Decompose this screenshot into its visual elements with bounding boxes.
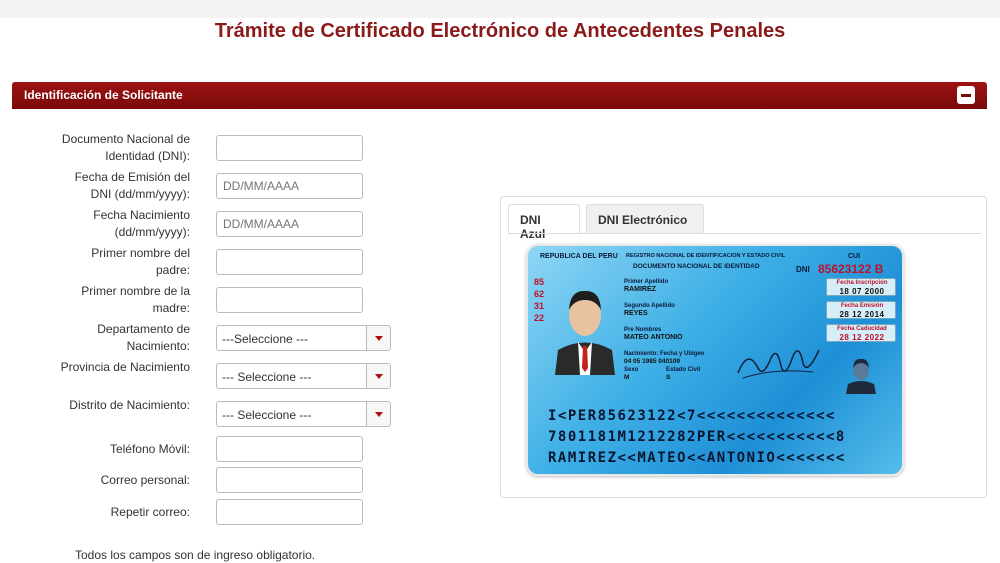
repetir-input[interactable] (216, 499, 363, 525)
nacimiento-value: 04 05 1985 040109 (624, 358, 681, 365)
estado-label: Estado Civil (666, 367, 701, 373)
caducidad-value: 28 12 2022 (839, 333, 885, 342)
primer-apellido: RAMIREZ (624, 286, 656, 293)
emision-label: Fecha de Emisión del DNI (dd/mm/yyyy): (74, 170, 190, 201)
tab-divider (508, 233, 981, 234)
nacimiento-label: Nacimiento: Fecha y Ubigeo (624, 351, 705, 357)
sexo-value: M (624, 374, 630, 381)
page-title: Trámite de Certificado Electrónico de An… (214, 20, 786, 42)
photo-icon (555, 290, 615, 375)
caducidad-box: Fecha Caducidad 28 12 2022 (826, 324, 896, 342)
provincia-value: --- Seleccione --- (222, 370, 312, 384)
caducidad-label: Fecha Caducidad (837, 326, 887, 332)
dni-documento: DOCUMENTO NACIONAL DE IDENTIDAD (633, 263, 760, 270)
emision-label: Fecha Emisión (840, 303, 884, 309)
distrito-select[interactable]: --- Seleccione --- (216, 401, 391, 427)
signature-icon (737, 349, 820, 379)
prenombres: MATEO ANTONIO (624, 334, 683, 341)
dni-cui-label: CUI (848, 253, 861, 260)
dni-number: 85623122 B (818, 262, 884, 276)
small-photo-icon (846, 358, 876, 394)
mrz-line-3: RAMIREZ<<MATEO<<ANTONIO<<<<<<< (548, 450, 846, 466)
sexo-label: Sexo (624, 367, 639, 373)
segundo-apellido: REYES (624, 310, 648, 317)
mrz-line-1: I<PER85623122<7<<<<<<<<<<<<<< (548, 408, 836, 424)
tab-dni-electronico[interactable]: DNI Electrónico (586, 204, 704, 234)
correo-input[interactable] (216, 467, 363, 493)
chevron-down-icon[interactable] (366, 364, 390, 388)
provincia-select[interactable]: --- Seleccione --- (216, 363, 391, 389)
collapse-icon[interactable] (957, 86, 975, 104)
dni-registro: REGISTRO NACIONAL DE IDENTIFICACION Y ES… (626, 253, 786, 259)
departamento-label: Departamento de Nacimiento: (97, 322, 190, 353)
padre-label: Primer nombre del padre: (91, 246, 190, 277)
tab-dni-azul[interactable]: DNI Azul (508, 204, 580, 241)
nacimiento-input[interactable] (216, 211, 363, 237)
dni-card-image: REPUBLICA DEL PERU REGISTRO NACIONAL DE … (526, 244, 904, 476)
telefono-label: Teléfono Móvil: (109, 442, 190, 456)
provincia-label: Provincia de Nacimiento (60, 360, 190, 374)
telefono-input[interactable] (216, 436, 363, 462)
prenombres-label: Pre Nombres (624, 327, 662, 333)
repetir-label: Repetir correo: (110, 505, 190, 519)
madre-input[interactable] (216, 287, 363, 313)
dni-vertical-number: 85623122 (534, 277, 545, 323)
distrito-value: --- Seleccione --- (222, 408, 312, 422)
emision-box: Fecha Emisión 28 12 2014 (826, 301, 896, 319)
dni-input[interactable] (216, 135, 363, 161)
emision-value: 28 12 2014 (839, 310, 885, 319)
chevron-down-icon[interactable] (366, 326, 390, 350)
padre-input[interactable] (216, 249, 363, 275)
footnote: Todos los campos son de ingreso obligato… (75, 548, 316, 562)
distrito-label: Distrito de Nacimiento: (69, 398, 190, 412)
section-title: Identificación de Solicitante (24, 88, 183, 102)
departamento-value: ---Seleccione --- (222, 332, 309, 346)
estado-value: S (666, 374, 671, 381)
dni-label: Documento Nacional de Identidad (DNI): (61, 132, 190, 163)
correo-label: Correo personal: (100, 473, 190, 487)
top-band (0, 0, 1000, 18)
section-header: Identificación de Solicitante (12, 82, 987, 109)
dni-dni-label: DNI (796, 265, 810, 274)
nacimiento-label: Fecha Nacimiento (dd/mm/yyyy): (93, 208, 190, 239)
mrz-line-2: 7801181M1212282PER<<<<<<<<<<<8 (548, 429, 846, 445)
inscripcion-box: Fecha Inscripción 18 07 2000 (826, 278, 896, 296)
inscripcion-value: 18 07 2000 (839, 287, 885, 296)
primer-apellido-label: Primer Apellido (624, 279, 669, 285)
emision-input[interactable] (216, 173, 363, 199)
departamento-select[interactable]: ---Seleccione --- (216, 325, 391, 351)
segundo-apellido-label: Segundo Apellido (624, 303, 675, 309)
chevron-down-icon[interactable] (366, 402, 390, 426)
dni-example-panel: DNI Azul DNI Electrónico REPUBLICA DEL P… (500, 196, 987, 498)
inscripcion-label: Fecha Inscripción (836, 280, 888, 286)
madre-label: Primer nombre de la madre: (81, 284, 190, 315)
dni-republica: REPUBLICA DEL PERU (540, 253, 618, 260)
